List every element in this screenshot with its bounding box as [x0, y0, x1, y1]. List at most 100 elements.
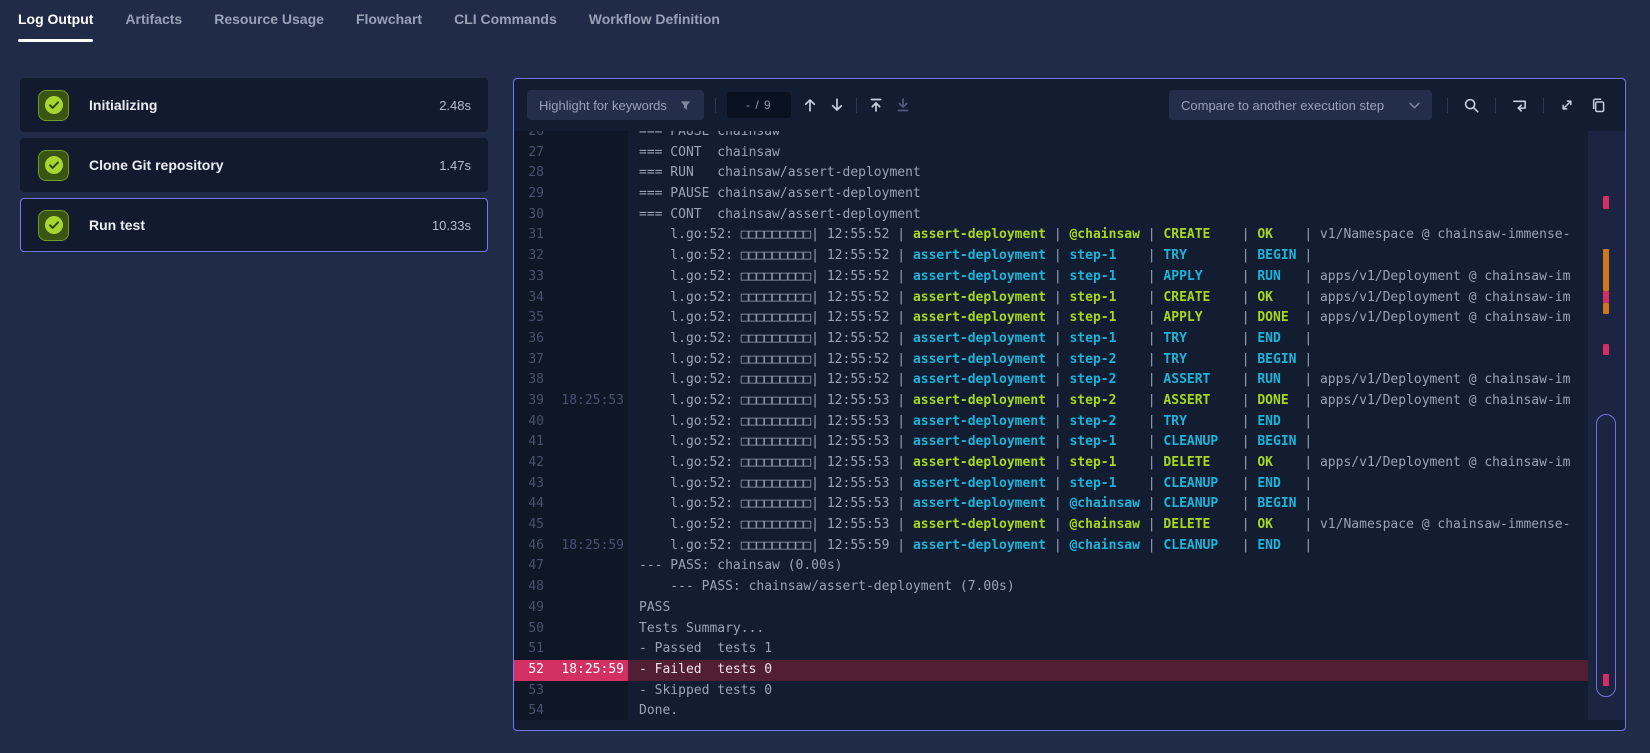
log-line-gutter: 41 [514, 432, 628, 453]
log-line-gutter: 42 [514, 453, 628, 474]
gutter-timestamp: 18:25:59 [544, 660, 628, 681]
log-line-gutter: 38 [514, 370, 628, 391]
gutter-timestamp [544, 432, 628, 453]
log-line: 28 === RUN chainsaw/assert-deployment [514, 163, 1588, 184]
success-check-icon [38, 210, 69, 241]
log-line: 38 l.go:52: □□□□□□□□□| 12:55:52 | assert… [514, 370, 1588, 391]
gutter-timestamp [544, 143, 628, 164]
step-duration: 2.48s [439, 98, 471, 113]
next-match-button[interactable] [829, 97, 845, 113]
chevron-down-icon [1409, 102, 1420, 109]
scrollbar-thumb[interactable] [1596, 414, 1616, 697]
overview-ruler [1588, 131, 1625, 720]
log-line-content: l.go:52: □□□□□□□□□| 12:55:53 | assert-de… [628, 412, 1588, 433]
log-line-gutter: 3918:25:53 [514, 391, 628, 412]
tab-workflow-definition[interactable]: Workflow Definition [589, 11, 720, 42]
gutter-timestamp [544, 701, 628, 720]
gutter-timestamp [544, 494, 628, 515]
log-line-content: === CONT chainsaw/assert-deployment [628, 205, 1588, 226]
tab-bar: Log Output Artifacts Resource Usage Flow… [0, 0, 1650, 42]
line-number: 42 [514, 453, 544, 474]
line-number: 43 [514, 474, 544, 495]
tab-artifacts[interactable]: Artifacts [125, 11, 182, 42]
log-line-content: - Failed tests 0 [628, 660, 1588, 681]
gutter-timestamp [544, 515, 628, 536]
log-line: 30 === CONT chainsaw/assert-deployment [514, 205, 1588, 226]
gutter-timestamp [544, 350, 628, 371]
log-line-content: l.go:52: □□□□□□□□□| 12:55:52 | assert-de… [628, 308, 1588, 329]
step-card-clone-git-repository[interactable]: Clone Git repository 1.47s [20, 138, 488, 192]
log-line-content: === PAUSE chainsaw [628, 131, 1588, 143]
line-number: 48 [514, 577, 544, 598]
log-line-content: l.go:52: □□□□□□□□□| 12:55:52 | assert-de… [628, 329, 1588, 350]
line-number: 29 [514, 184, 544, 205]
tab-cli-commands[interactable]: CLI Commands [454, 11, 557, 42]
log-line: 29=== PAUSE chainsaw/assert-deployment [514, 184, 1588, 205]
line-number: 30 [514, 205, 544, 226]
log-line-gutter: 47 [514, 556, 628, 577]
tab-resource-usage[interactable]: Resource Usage [214, 11, 324, 42]
line-number: 47 [514, 556, 544, 577]
log-line: 44 l.go:52: □□□□□□□□□| 12:55:53 | assert… [514, 494, 1588, 515]
line-number: 36 [514, 329, 544, 350]
expand-icon[interactable] [1559, 97, 1575, 113]
log-line-gutter: 31 [514, 225, 628, 246]
line-number: 54 [514, 701, 544, 720]
log-line-content: l.go:52: □□□□□□□□□| 12:55:52 | assert-de… [628, 267, 1588, 288]
log-line-content: --- PASS: chainsaw/assert-deployment (7.… [628, 577, 1588, 598]
log-line-content: l.go:52: □□□□□□□□□| 12:55:52 | assert-de… [628, 288, 1588, 309]
gutter-timestamp [544, 598, 628, 619]
copy-icon[interactable] [1590, 97, 1607, 114]
log-line-gutter: 34 [514, 288, 628, 309]
minimap-mark [1603, 249, 1609, 291]
toolbar-divider [1543, 98, 1544, 113]
log-line: 5218:25:59- Failed tests 0 [514, 660, 1588, 681]
highlight-keywords-input[interactable]: Highlight for keywords [527, 90, 704, 120]
log-line: 45 l.go:52: □□□□□□□□□| 12:55:53 | assert… [514, 515, 1588, 536]
log-line-content: l.go:52: □□□□□□□□□| 12:55:52 | assert-de… [628, 225, 1588, 246]
toolbar-divider [715, 98, 716, 113]
gutter-timestamp [544, 556, 628, 577]
previous-match-button[interactable] [802, 97, 818, 113]
log-line-content: PASS [628, 598, 1588, 619]
line-number: 40 [514, 412, 544, 433]
log-line-content: l.go:52: □□□□□□□□□| 12:55:53 | assert-de… [628, 432, 1588, 453]
log-line-content: l.go:52: □□□□□□□□□| 12:55:52 | assert-de… [628, 370, 1588, 391]
match-counter: - / 9 [727, 92, 791, 118]
search-icon[interactable] [1463, 97, 1480, 114]
log-line-content: --- PASS: chainsaw (0.00s) [628, 556, 1588, 577]
log-line-gutter: 44 [514, 494, 628, 515]
log-line: 43 l.go:52: □□□□□□□□□| 12:55:53 | assert… [514, 474, 1588, 495]
minimap-mark [1603, 291, 1609, 303]
log-line-gutter: 36 [514, 329, 628, 350]
log-line-content: === RUN chainsaw/assert-deployment [628, 163, 1588, 184]
toolbar-divider [1447, 98, 1448, 113]
step-list: Initializing 2.48s Clone Git repository … [20, 78, 488, 258]
step-card-run-test[interactable]: Run test 10.33s [20, 198, 488, 252]
line-number: 28 [514, 163, 544, 184]
log-line: 33 l.go:52: □□□□□□□□□| 12:55:52 | assert… [514, 267, 1588, 288]
word-wrap-icon[interactable] [1511, 97, 1528, 114]
tab-log-output[interactable]: Log Output [18, 11, 93, 42]
line-number: 51 [514, 639, 544, 660]
log-line-gutter: 49 [514, 598, 628, 619]
log-line-gutter: 29 [514, 184, 628, 205]
log-line-content: l.go:52: □□□□□□□□□| 12:55:53 | assert-de… [628, 494, 1588, 515]
line-number: 26 [514, 131, 544, 143]
scroll-to-bottom-button[interactable] [895, 97, 911, 113]
minimap-mark [1603, 196, 1609, 209]
compare-step-select[interactable]: Compare to another execution step [1169, 90, 1432, 120]
log-line-content: l.go:52: □□□□□□□□□| 12:55:53 | assert-de… [628, 474, 1588, 495]
gutter-timestamp: 18:25:53 [544, 391, 628, 412]
tab-flowchart[interactable]: Flowchart [356, 11, 422, 42]
gutter-timestamp: 18:25:59 [544, 536, 628, 557]
log-line-gutter: 53 [514, 681, 628, 702]
scroll-to-top-button[interactable] [868, 97, 884, 113]
step-card-initializing[interactable]: Initializing 2.48s [20, 78, 488, 132]
log-line-content: l.go:52: □□□□□□□□□| 12:55:52 | assert-de… [628, 246, 1588, 267]
log-line: 35 l.go:52: □□□□□□□□□| 12:55:52 | assert… [514, 308, 1588, 329]
log-line: 34 l.go:52: □□□□□□□□□| 12:55:52 | assert… [514, 288, 1588, 309]
line-number: 52 [514, 660, 544, 681]
gutter-timestamp [544, 205, 628, 226]
log-line: 40 l.go:52: □□□□□□□□□| 12:55:53 | assert… [514, 412, 1588, 433]
